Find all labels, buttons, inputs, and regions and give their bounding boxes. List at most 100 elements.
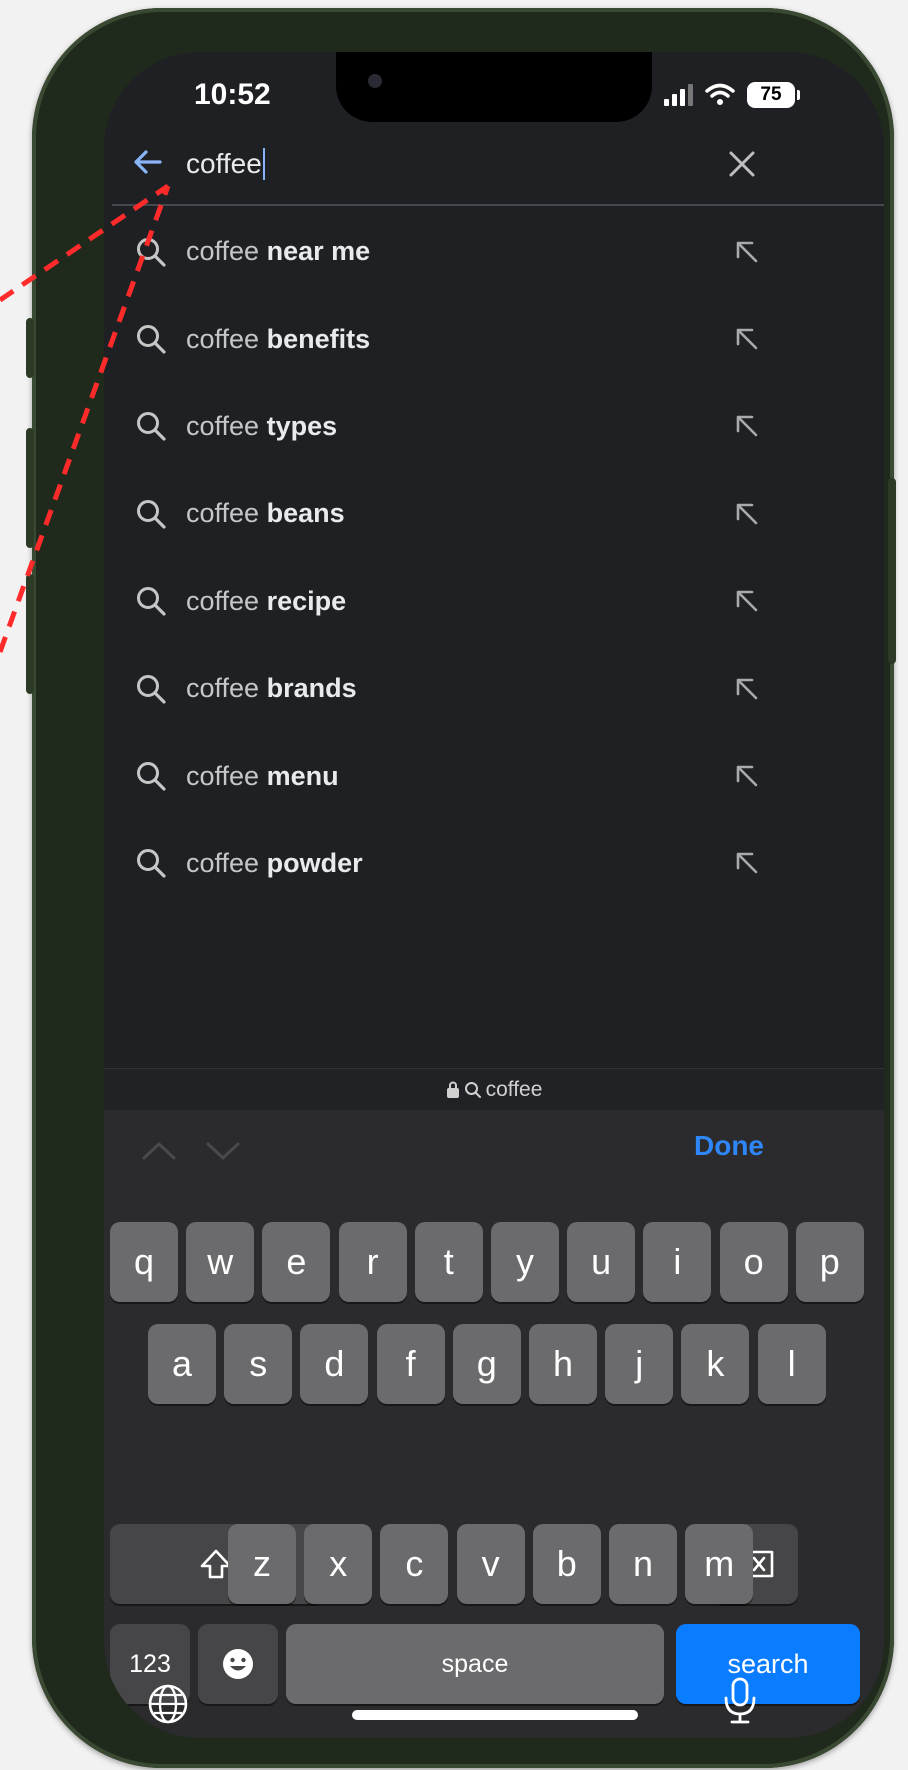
suggestion-completion: menu: [266, 760, 339, 791]
emoji-icon: [223, 1649, 253, 1679]
key-y[interactable]: y: [491, 1222, 559, 1302]
key-q[interactable]: q: [110, 1222, 178, 1302]
search-icon: [137, 762, 166, 791]
volume-up-button: [26, 428, 34, 548]
search-query-text: coffee: [186, 148, 262, 179]
power-button: [888, 478, 896, 664]
suggestion-completion: beans: [266, 498, 345, 529]
url-bar-text: coffee: [485, 1078, 543, 1101]
text-caret: [262, 148, 265, 180]
back-arrow-icon[interactable]: [128, 142, 168, 182]
suggestion-text: coffee types: [186, 411, 337, 442]
suggestion-prefix: coffee: [186, 410, 260, 441]
microphone-icon[interactable]: [722, 1676, 758, 1726]
fill-query-arrow-icon[interactable]: [732, 586, 762, 616]
fill-query-arrow-icon[interactable]: [732, 761, 762, 791]
suggestion-item[interactable]: coffee near me: [104, 208, 884, 295]
key-w[interactable]: w: [186, 1222, 255, 1302]
fill-query-arrow-icon[interactable]: [732, 324, 762, 354]
key-b[interactable]: b: [532, 1524, 601, 1604]
suggestion-prefix: coffee: [186, 760, 260, 791]
key-o[interactable]: o: [719, 1222, 788, 1302]
key-c[interactable]: c: [380, 1524, 449, 1604]
suggestion-item[interactable]: coffee powder: [104, 820, 884, 907]
key-g[interactable]: g: [452, 1324, 521, 1404]
globe-icon[interactable]: [146, 1682, 190, 1726]
suggestion-text: coffee menu: [186, 761, 339, 792]
suggestion-completion: powder: [266, 847, 363, 878]
search-icon: [137, 849, 166, 879]
battery-tip: [797, 90, 800, 100]
volume-down-button: [26, 574, 34, 694]
suggestion-text: coffee benefits: [186, 324, 370, 355]
suggestion-item[interactable]: coffee menu: [104, 732, 884, 819]
suggestion-text: coffee recipe: [186, 586, 346, 617]
key-k[interactable]: k: [681, 1324, 750, 1404]
space-key[interactable]: space: [286, 1624, 664, 1704]
fill-query-arrow-icon[interactable]: [732, 411, 762, 441]
mute-switch: [26, 318, 34, 378]
key-p[interactable]: p: [795, 1222, 864, 1302]
key-s[interactable]: s: [224, 1324, 293, 1404]
clear-search-icon[interactable]: [724, 146, 760, 182]
search-icon: [137, 674, 166, 704]
chevron-up-icon[interactable]: [140, 1136, 178, 1164]
key-u[interactable]: u: [567, 1222, 636, 1302]
fill-query-arrow-icon[interactable]: [732, 237, 762, 267]
search-input[interactable]: coffee: [186, 146, 265, 182]
lock-icon: [446, 1081, 459, 1098]
signal-icon: [664, 84, 693, 106]
search-icon: [137, 325, 166, 354]
key-d[interactable]: d: [300, 1324, 369, 1404]
suggestion-prefix: coffee: [186, 498, 260, 529]
suggestion-item[interactable]: coffee brands: [104, 645, 884, 732]
done-button[interactable]: Done: [694, 1130, 764, 1162]
suggestion-prefix: coffee: [186, 323, 260, 354]
search-icon: [137, 499, 166, 529]
suggestion-list: coffee near me coffee benefits coffee type…: [104, 208, 884, 907]
search-key[interactable]: search: [676, 1624, 860, 1704]
search-icon: [137, 237, 166, 267]
suggestion-completion: recipe: [266, 585, 347, 616]
suggestion-text: coffee powder: [186, 848, 363, 879]
battery-indicator: 75: [747, 82, 795, 108]
phone-frame: 10:52 75 coffee coffee near me coffee be…: [26, 8, 896, 1768]
status-icons: 75: [664, 80, 800, 110]
suggestion-item[interactable]: coffee benefits: [104, 295, 884, 382]
suggestion-item[interactable]: coffee types: [104, 383, 884, 470]
url-bar[interactable]: coffee: [104, 1068, 884, 1111]
suggestion-text: coffee near me: [186, 236, 370, 267]
suggestion-text: coffee brands: [186, 673, 357, 704]
keyboard: Done 123 space search q w e r t y u i o …: [104, 1110, 884, 1738]
key-x[interactable]: x: [304, 1524, 373, 1604]
suggestion-prefix: coffee: [186, 236, 260, 267]
key-n[interactable]: n: [609, 1524, 677, 1604]
fill-query-arrow-icon[interactable]: [732, 848, 762, 878]
key-z[interactable]: z: [228, 1524, 296, 1604]
status-time: 10:52: [194, 78, 271, 111]
suggestion-prefix: coffee: [186, 673, 260, 704]
key-j[interactable]: j: [605, 1324, 674, 1404]
key-f[interactable]: f: [376, 1324, 445, 1404]
chevron-down-icon[interactable]: [204, 1136, 242, 1164]
search-icon: [464, 1082, 481, 1098]
fill-query-arrow-icon[interactable]: [732, 499, 762, 529]
key-i[interactable]: i: [643, 1222, 712, 1302]
home-indicator[interactable]: [352, 1710, 638, 1720]
key-t[interactable]: t: [414, 1222, 483, 1302]
key-l[interactable]: l: [757, 1324, 826, 1404]
suggestion-completion: near me: [266, 236, 371, 267]
key-a[interactable]: a: [148, 1324, 216, 1404]
suggestion-item[interactable]: coffee recipe: [104, 558, 884, 645]
suggestion-item[interactable]: coffee beans: [104, 470, 884, 557]
key-e[interactable]: e: [262, 1222, 331, 1302]
key-m[interactable]: m: [685, 1524, 754, 1604]
keyboard-accessory-bar: Done: [104, 1110, 884, 1194]
emoji-key[interactable]: [198, 1624, 278, 1704]
key-h[interactable]: h: [529, 1324, 597, 1404]
suggestion-completion: benefits: [266, 323, 371, 354]
key-r[interactable]: r: [338, 1222, 407, 1302]
search-icon: [137, 587, 166, 616]
fill-query-arrow-icon[interactable]: [732, 674, 762, 704]
key-v[interactable]: v: [456, 1524, 525, 1604]
